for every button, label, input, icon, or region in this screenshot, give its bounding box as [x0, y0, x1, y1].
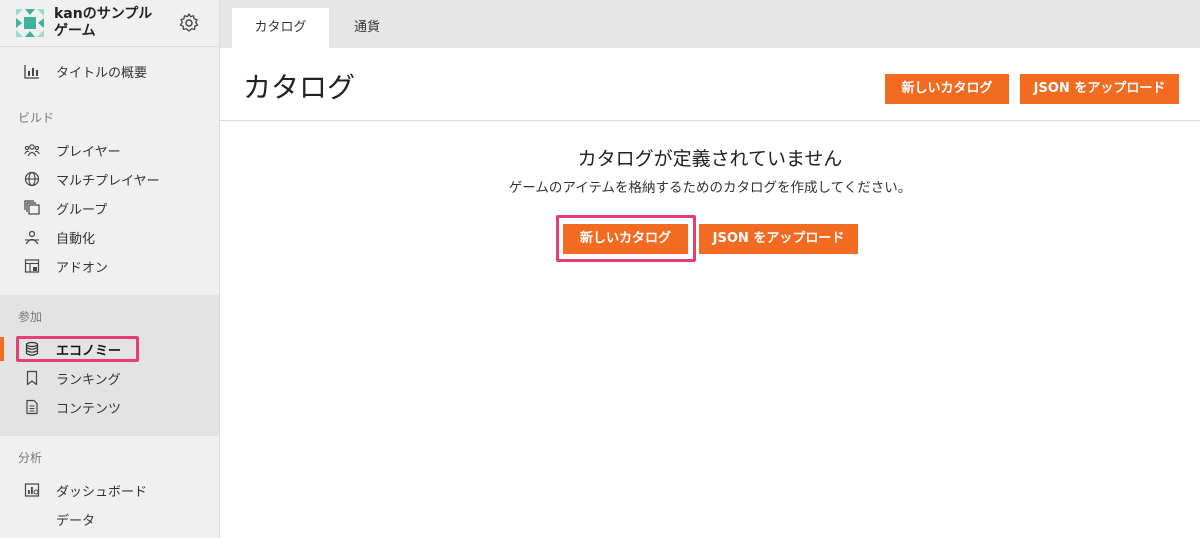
section-label-build: ビルド: [18, 111, 55, 125]
sidebar-item-label: グループ: [56, 203, 108, 218]
sidebar-item-label: コンテンツ: [56, 402, 122, 417]
sidebar-item-dashboards[interactable]: ダッシュボード: [0, 476, 219, 504]
sidebar-item-overview[interactable]: タイトルの概要: [0, 57, 219, 85]
sidebar-item-label: アドオン: [56, 261, 109, 276]
document-icon: [26, 399, 38, 415]
sidebar-item-label: ダッシュボード: [56, 485, 148, 500]
sidebar-item-multiplayer[interactable]: マルチプレイヤー: [0, 165, 219, 193]
sidebar-item-label: タイトルの概要: [56, 66, 148, 81]
gear-icon[interactable]: [178, 12, 200, 34]
empty-state-description: ゲームのアイテムを格納するためのカタログを作成してください。: [508, 180, 912, 196]
bar-chart-icon: [24, 65, 39, 79]
highlight-box-new-catalog: [556, 215, 696, 262]
players-icon: [24, 144, 40, 157]
page-title: カタログ: [243, 71, 356, 104]
sidebar-item-data[interactable]: データ: [0, 505, 219, 533]
dashboard-icon: [24, 483, 40, 497]
empty-upload-json-button[interactable]: JSON をアップロード: [699, 224, 858, 254]
upload-json-button[interactable]: JSON をアップロード: [1020, 74, 1179, 104]
title-header: kanのサンプル ゲーム: [0, 0, 220, 47]
section-label-engage: 参加: [18, 310, 43, 324]
header-divider: [220, 120, 1200, 121]
sidebar-item-label: 自動化: [56, 232, 96, 247]
sidebar-item-label: マルチプレイヤー: [56, 174, 160, 189]
sidebar-item-leaderboards[interactable]: ランキング: [0, 364, 219, 392]
sidebar-item-label: ランキング: [56, 373, 121, 388]
sidebar-item-groups[interactable]: グループ: [0, 194, 219, 222]
sidebar-item-players[interactable]: プレイヤー: [0, 136, 219, 164]
section-label-analyze: 分析: [18, 451, 43, 465]
tab-currency[interactable]: 通貨: [334, 8, 400, 48]
sidebar-item-content[interactable]: コンテンツ: [0, 393, 219, 421]
tab-bar: カタログ 通貨: [220, 0, 1200, 48]
automation-icon: [25, 230, 39, 245]
globe-icon: [24, 171, 40, 187]
sidebar-item-label: データ: [56, 514, 96, 529]
sidebar-item-addons[interactable]: アドオン: [0, 252, 219, 280]
sidebar: kanのサンプル ゲーム タイトルの概要 ビルド プレイヤー マルチプレイヤー …: [0, 0, 220, 538]
groups-icon: [24, 200, 40, 215]
sidebar-item-label: プレイヤー: [56, 145, 121, 160]
new-catalog-button[interactable]: 新しいカタログ: [885, 74, 1009, 104]
empty-state-title: カタログが定義されていません: [577, 148, 843, 170]
addons-icon: [24, 259, 40, 273]
highlight-box-economy: [16, 336, 139, 362]
sidebar-item-automation[interactable]: 自動化: [0, 223, 219, 251]
playfab-logo-icon: [16, 9, 44, 37]
bookmark-icon: [26, 370, 38, 386]
tab-catalog[interactable]: カタログ: [232, 8, 329, 48]
title-name: kanのサンプル ゲーム: [54, 6, 153, 39]
